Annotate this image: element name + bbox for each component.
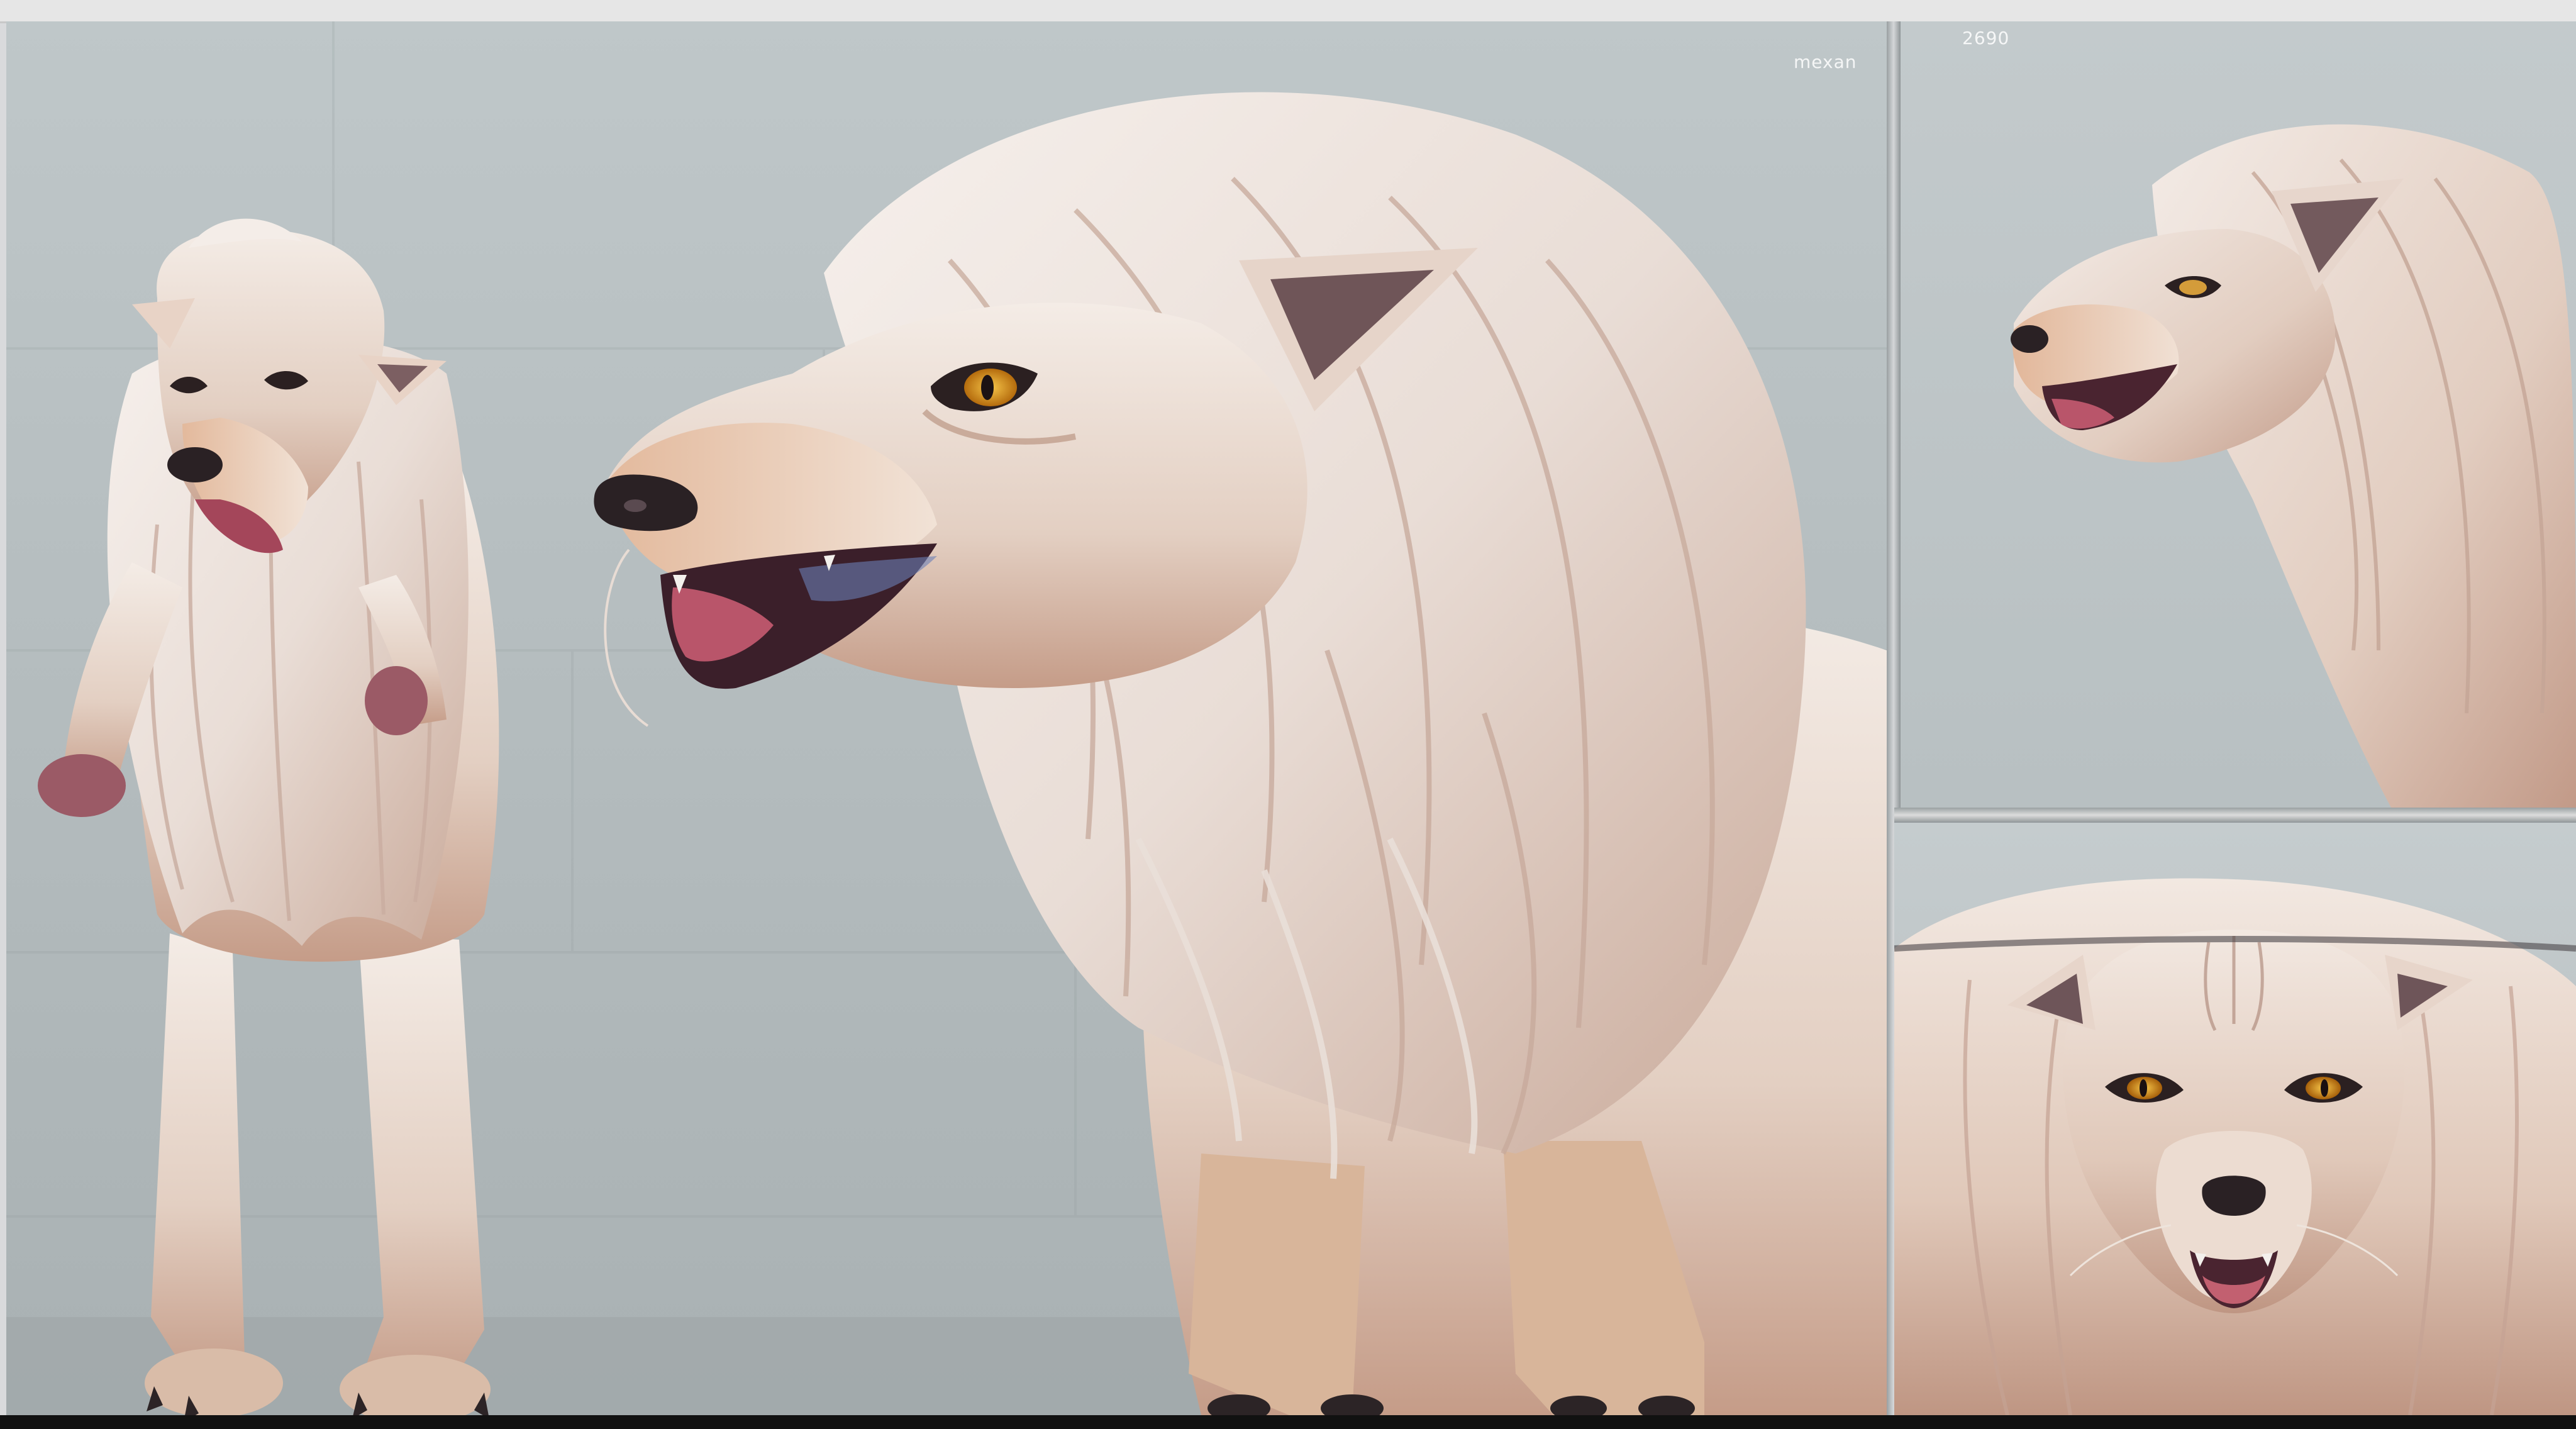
face-closeup-artwork (1894, 878, 2576, 1415)
caption-label: 2690 (1962, 28, 2010, 48)
main-panel-artwork (6, 21, 1887, 1415)
head-profile-artwork (2011, 124, 2576, 808)
panel-divider-horizontal (1894, 808, 2576, 823)
bottom-border (0, 1415, 2576, 1429)
full-body-wolf (38, 218, 499, 1415)
face-closeup-panel (1894, 823, 2576, 1415)
character-sheet: mexan 2690 (0, 0, 2576, 1429)
top-border (0, 0, 2576, 23)
main-panel: mexan (6, 21, 1887, 1415)
head-profile-panel: 2690 (1901, 21, 2576, 808)
caption-label: mexan (1794, 52, 1857, 72)
front-face-wolf (1894, 878, 2576, 1415)
small-head-profile (2011, 124, 2576, 808)
